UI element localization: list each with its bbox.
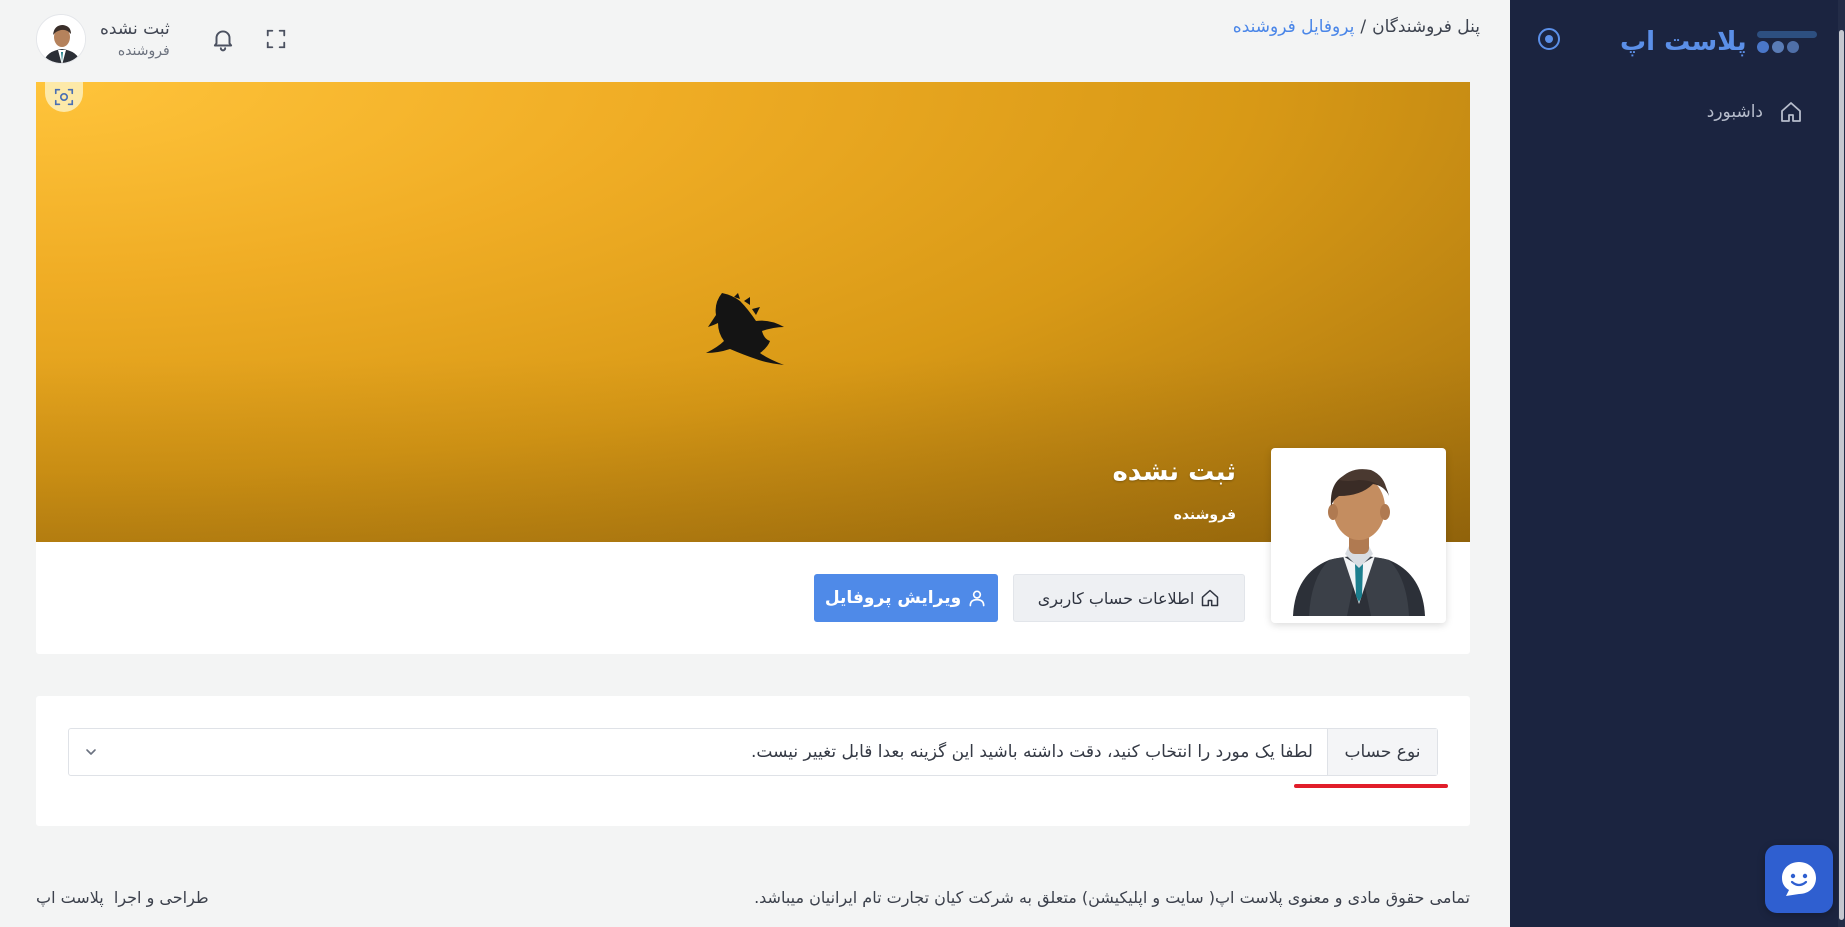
sidebar-item-label: داشبورد	[1706, 102, 1763, 122]
user-icon	[969, 590, 985, 607]
account-type-select[interactable]: لطفا یک مورد را انتخاب کنید، دقت داشته ب…	[69, 729, 1327, 775]
user-menu[interactable]: ثبت نشده فروشنده	[36, 14, 170, 64]
profile-role: فروشنده	[1173, 507, 1236, 523]
sidebar: پلاست اپ داشبورد	[1510, 0, 1845, 927]
bird-silhouette	[706, 293, 784, 365]
brand-logo-icon	[1756, 31, 1817, 53]
avatar	[1292, 468, 1425, 616]
footer-credit: طراحی و اجرا پلاست اپ	[36, 888, 256, 907]
edit-profile-label: ویرایش پروفایل	[824, 588, 962, 608]
account-type-field: نوع حساب لطفا یک مورد را انتخاب کنید، دق…	[68, 728, 1438, 776]
camera-icon	[54, 88, 74, 106]
profile-cover-card: ثبت نشده فروشنده اطلاعات حساب کاربری ویر…	[36, 82, 1470, 654]
brand-name: پلاست اپ	[1620, 27, 1747, 57]
home-icon	[1781, 102, 1801, 122]
footer-credit-prefix: طراحی و اجرا	[113, 888, 209, 907]
bell-icon[interactable]	[210, 26, 236, 52]
account-type-card: نوع حساب لطفا یک مورد را انتخاب کنید، دق…	[36, 696, 1470, 826]
chat-icon	[1782, 862, 1816, 896]
profile-photo[interactable]	[1271, 448, 1446, 623]
account-type-label: نوع حساب	[1327, 729, 1437, 775]
app-root: پلاست اپ داشبورد پنل فروشندگان/پروفایل ف…	[0, 0, 1845, 927]
account-info-button[interactable]: اطلاعات حساب کاربری	[1013, 574, 1245, 622]
home-icon	[1202, 589, 1219, 607]
footer-credit-name[interactable]: پلاست اپ	[36, 888, 104, 907]
brand[interactable]: پلاست اپ	[1620, 22, 1817, 62]
breadcrumb-root[interactable]: پنل فروشندگان	[1372, 17, 1480, 37]
cover-image: ثبت نشده فروشنده	[36, 82, 1470, 542]
user-name: ثبت نشده	[100, 19, 170, 39]
chat-widget-button[interactable]	[1765, 845, 1833, 913]
account-info-label: اطلاعات حساب کاربری	[1037, 588, 1195, 608]
sidebar-item-dashboard[interactable]: داشبورد	[1510, 98, 1845, 126]
avatar[interactable]	[36, 14, 86, 64]
edit-profile-button[interactable]: ویرایش پروفایل	[814, 574, 998, 622]
account-type-select-value: لطفا یک مورد را انتخاب کنید، دقت داشته ب…	[750, 742, 1313, 762]
breadcrumb: پنل فروشندگان/پروفایل فروشنده	[1100, 17, 1480, 37]
chevron-down-icon	[86, 749, 96, 755]
breadcrumb-current[interactable]: پروفایل فروشنده	[1233, 17, 1355, 37]
breadcrumb-separator: /	[1360, 17, 1367, 37]
profile-name: ثبت نشده	[1112, 457, 1236, 487]
footer-copyright: تمامی حقوق مادی و معنوی پلاست اپ( سایت و…	[754, 888, 1470, 907]
user-role: فروشنده	[117, 43, 170, 59]
highlight-underline	[1294, 784, 1448, 788]
sidebar-toggle-icon[interactable]	[1538, 28, 1560, 50]
fullscreen-icon[interactable]	[265, 28, 287, 50]
scrollbar-thumb[interactable]	[1839, 30, 1844, 920]
